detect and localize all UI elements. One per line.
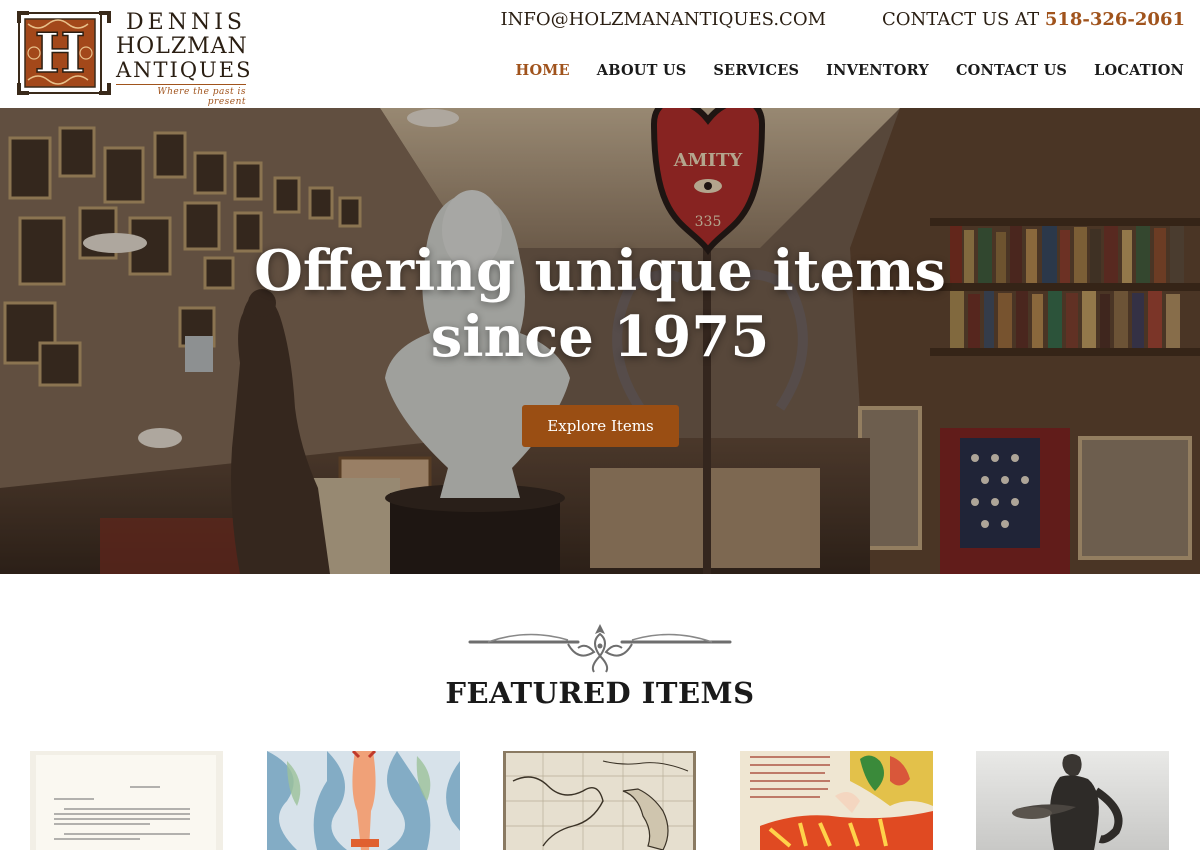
main-nav: HOME ABOUT US SERVICES INVENTORY CONTACT… [516, 62, 1184, 79]
vietnam-poster-thumbnail [740, 751, 933, 850]
hero-title-line-2: since 1975 [430, 304, 770, 370]
featured-items-title: FEATURED ITEMS [445, 676, 755, 710]
nav-home[interactable]: HOME [516, 62, 570, 79]
map-thumbnail [503, 751, 696, 850]
hero-banner: AMITY 335 Offering unique items since 19… [0, 108, 1200, 574]
email-link[interactable]: INFO@HOLZMANANTIQUES.COM [501, 9, 827, 30]
nav-location[interactable]: LOCATION [1094, 62, 1184, 79]
nav-inventory[interactable]: INVENTORY [826, 62, 929, 79]
monogram-logo-icon: H [17, 11, 111, 95]
explore-items-button[interactable]: Explore Items [522, 405, 679, 447]
logo-line-1: DENNIS [126, 10, 246, 35]
site-header: H DENNIS HOLZMAN ANTIQUES Where the past… [0, 0, 1200, 108]
contact-phone-text: CONTACT US AT 518-326-2061 [882, 9, 1185, 30]
bronze-statue-thumbnail [976, 751, 1169, 850]
ornament-divider-icon [468, 624, 732, 673]
contact-topbar: INFO@HOLZMANANTIQUES.COM CONTACT US AT 5… [501, 6, 1185, 32]
poster-thumbnail [267, 751, 460, 850]
featured-item-poster[interactable] [267, 751, 460, 850]
logo-tagline: Where the past is present [116, 84, 246, 107]
featured-item-bronze-statue[interactable] [976, 751, 1169, 850]
phone-link[interactable]: 518-326-2061 [1045, 9, 1185, 30]
featured-item-vietnam-poster[interactable] [740, 751, 933, 850]
featured-item-map[interactable] [503, 751, 696, 850]
logo-line-3: ANTIQUES [116, 58, 253, 82]
contact-prefix: CONTACT US AT [882, 8, 1040, 30]
svg-text:H: H [34, 21, 85, 85]
site-logo[interactable]: H DENNIS HOLZMAN ANTIQUES Where the past… [16, 10, 250, 107]
featured-items-grid [30, 751, 1170, 850]
nav-contact-us[interactable]: CONTACT US [956, 62, 1067, 79]
nav-services[interactable]: SERVICES [713, 62, 799, 79]
featured-item-letter[interactable] [30, 751, 223, 850]
nav-about-us[interactable]: ABOUT US [597, 62, 687, 79]
letter-thumbnail [30, 751, 223, 850]
hero-title-line-1: Offering unique items [254, 238, 946, 304]
hero-title: Offering unique items since 1975 [0, 238, 1200, 370]
logo-line-2: HOLZMAN [116, 34, 248, 59]
logo-wordmark: DENNIS HOLZMAN ANTIQUES Where the past i… [116, 10, 253, 108]
